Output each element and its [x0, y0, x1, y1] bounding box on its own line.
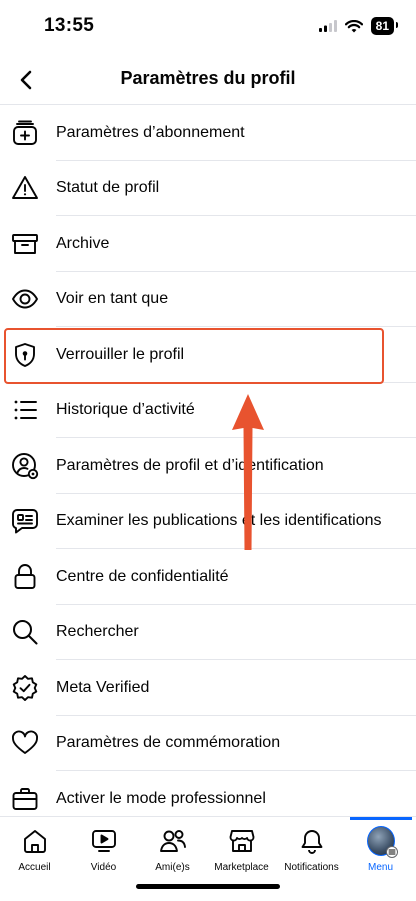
item-label: Examiner les publications et les identif…: [56, 512, 382, 530]
item-label: Paramètres de commémoration: [56, 734, 281, 752]
avatar: [366, 826, 398, 858]
list-icon: [10, 395, 40, 425]
status-icons: 81: [318, 17, 399, 35]
lock-icon: [10, 562, 40, 592]
warning-triangle-icon: [10, 173, 40, 203]
list-item-subscription-settings[interactable]: Paramètres d’abonnement: [0, 105, 416, 161]
item-label: Meta Verified: [56, 678, 150, 696]
tab-notifications[interactable]: Notifications: [277, 817, 346, 879]
friends-icon: [159, 827, 187, 855]
marketplace-icon: [228, 827, 256, 855]
home-indicator: [136, 884, 280, 889]
item-label: Centre de confidentialité: [56, 567, 229, 585]
avatar-icon: [366, 826, 398, 858]
search-icon: [10, 617, 40, 647]
tab-menu[interactable]: Menu: [346, 817, 415, 879]
cellular-signal-icon: [318, 20, 337, 32]
item-label: Voir en tant que: [56, 290, 169, 308]
list-item-profile-tagging-settings[interactable]: Paramètres de profil et d’identification: [0, 438, 416, 494]
tab-label: Marketplace: [214, 862, 269, 873]
list-item-review-posts-tags[interactable]: Examiner les publications et les identif…: [0, 494, 416, 549]
subscription-add-icon: [10, 118, 40, 148]
tab-label: Ami(e)s: [155, 862, 190, 873]
tab-label: Menu: [367, 862, 393, 873]
item-label: Statut de profil: [56, 179, 160, 197]
list-item-meta-verified[interactable]: Meta Verified: [0, 660, 416, 716]
verified-badge-icon: [10, 673, 40, 703]
header: Paramètres du profil: [0, 56, 416, 105]
tab-label: Notifications: [284, 862, 339, 873]
tab-marketplace[interactable]: Marketplace: [207, 817, 276, 879]
highlight-box: [4, 328, 384, 384]
item-label: Paramètres de profil et d’identification: [56, 456, 324, 474]
list-item-memorialization-settings[interactable]: Paramètres de commémoration: [0, 716, 416, 771]
battery-indicator: 81: [370, 17, 399, 35]
list-item-privacy-center[interactable]: Centre de confidentialité: [0, 549, 416, 605]
item-label: Archive: [56, 234, 110, 252]
list-item-archive[interactable]: Archive: [0, 216, 416, 272]
page-title: Paramètres du profil: [120, 68, 296, 88]
briefcase-icon: [10, 784, 40, 814]
settings-list: Paramètres d’abonnement Statut de profil…: [0, 105, 416, 827]
person-gear-icon: [10, 451, 40, 481]
list-item-activity-log[interactable]: Historique d’activité: [0, 383, 416, 438]
tab-label: Accueil: [18, 862, 51, 873]
heart-icon: [10, 728, 40, 758]
item-label: Activer le mode professionnel: [56, 789, 266, 807]
archive-box-icon: [10, 229, 40, 259]
list-item-view-as[interactable]: Voir en tant que: [0, 272, 416, 327]
status-bar: 13:55 81: [0, 0, 416, 56]
eye-icon: [10, 284, 40, 314]
item-label: Rechercher: [56, 623, 139, 641]
list-item-search[interactable]: Rechercher: [0, 605, 416, 660]
wifi-icon: [344, 19, 363, 32]
tab-home[interactable]: Accueil: [0, 817, 69, 879]
item-label: Paramètres d’abonnement: [56, 123, 245, 141]
tab-friends[interactable]: Ami(e)s: [138, 817, 207, 879]
list-item-profile-status[interactable]: Statut de profil: [0, 161, 416, 216]
status-time: 13:55: [44, 15, 95, 36]
item-label: Historique d’activité: [56, 401, 195, 419]
menu-badge-icon: [385, 846, 398, 858]
tab-video[interactable]: Vidéo: [69, 817, 138, 879]
review-posts-icon: [10, 506, 40, 536]
bell-icon: [298, 827, 326, 855]
annotation-arrow-icon: [232, 394, 264, 550]
tab-label: Vidéo: [90, 862, 117, 873]
video-icon: [90, 827, 118, 855]
home-icon: [21, 827, 49, 855]
